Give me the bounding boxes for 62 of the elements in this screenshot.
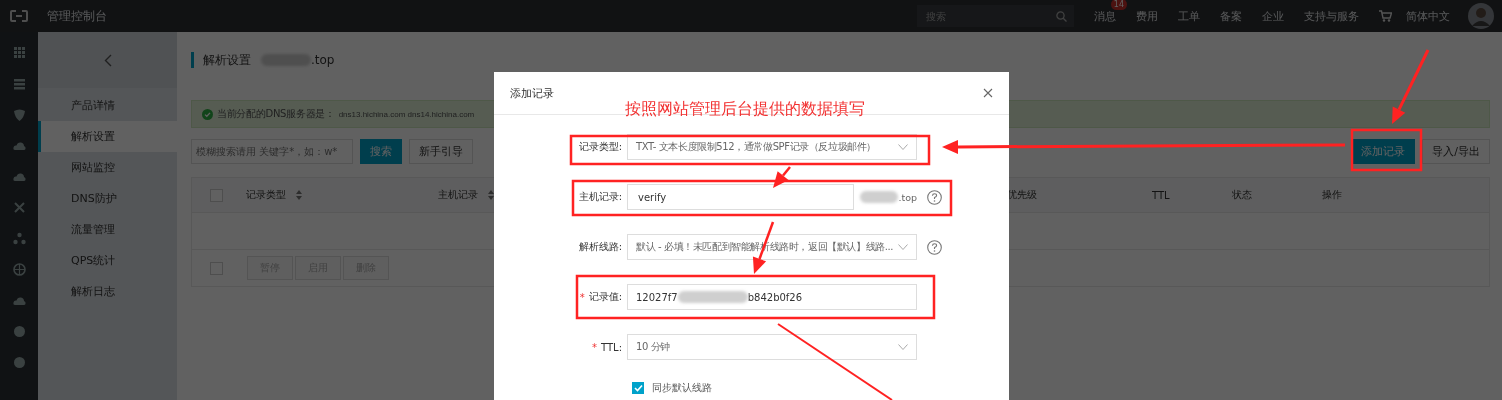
grid-icon[interactable] (12, 46, 26, 59)
field-label: 主机记录: (578, 190, 622, 204)
chevron-down-icon (898, 244, 908, 250)
column-header: TTL (1151, 189, 1170, 201)
close-button[interactable] (983, 88, 993, 98)
chevron-down-icon (898, 344, 908, 350)
sidebar-item[interactable]: QPS统计 (38, 245, 177, 276)
select-field[interactable]: TXT- 文本长度限制512，通常做SPF记录（反垃圾邮件） (627, 134, 917, 160)
check-circle-icon (202, 108, 213, 120)
column-header: 记录类型 (245, 188, 286, 202)
checkbox[interactable] (632, 382, 644, 394)
nav-link[interactable]: 备案 (1220, 8, 1242, 24)
sidebar-item[interactable]: DNS防护 (38, 183, 177, 214)
chevron-down-icon (898, 144, 908, 150)
sidebar-item[interactable]: 解析设置 (38, 121, 177, 152)
globe-icon[interactable] (12, 263, 26, 276)
toolbar-button[interactable]: 导入/导出 (1422, 138, 1490, 164)
input-field[interactable]: 12027f7 b842b0f26 (627, 284, 917, 310)
redaction-blur (860, 191, 899, 203)
nodes-icon[interactable] (12, 232, 26, 245)
dot-icon[interactable] (12, 356, 26, 369)
domain-suffix: .top (311, 53, 335, 67)
redaction-blur (677, 291, 748, 303)
dot-icon[interactable] (12, 325, 26, 338)
column-header: 操作 (1321, 188, 1342, 202)
column-header: 主机记录 (437, 188, 478, 202)
search-icon[interactable] (1056, 10, 1067, 22)
cloud-icon[interactable] (12, 294, 26, 307)
annotation-arrow (773, 166, 791, 188)
help-icon[interactable] (927, 189, 942, 205)
cloud-icon[interactable] (12, 170, 26, 183)
required-mark: * (592, 341, 597, 353)
page-title: 解析设置 (203, 51, 251, 69)
avatar-icon[interactable] (1468, 3, 1494, 29)
required-mark: * (579, 291, 585, 303)
field-label: 记录值: (588, 290, 622, 304)
sort-icon[interactable] (296, 190, 302, 200)
count-badge: 14 (1110, 0, 1127, 10)
back-icon[interactable] (103, 53, 112, 67)
annotation-text: 按照网站管理后台提供的数据填写 (625, 99, 865, 120)
input-field[interactable]: verify (627, 184, 854, 210)
domain-suffix: .top (898, 191, 917, 203)
toolbar-button[interactable]: 搜索 (360, 138, 402, 164)
checkbox-label: 同步默认线路 (652, 381, 712, 395)
field-label: 记录类型: (578, 140, 622, 154)
list-icon[interactable] (12, 77, 26, 90)
shield-icon[interactable] (12, 108, 26, 121)
toolbar-button[interactable]: 新手引导 (409, 138, 473, 164)
cart-icon[interactable] (1379, 10, 1392, 22)
sidebar-item[interactable]: 网站监控 (38, 152, 177, 183)
column-header: 状态 (1231, 188, 1252, 202)
sidebar-item[interactable]: 流量管理 (38, 214, 177, 245)
field-label: 解析线路: (578, 240, 622, 254)
toolbar-button[interactable]: 添加记录 (1351, 138, 1416, 164)
select-field[interactable]: 10 分钟 (627, 334, 917, 360)
cloud-icon[interactable] (12, 139, 26, 152)
sidebar-item[interactable]: 解析日志 (38, 276, 177, 307)
help-icon[interactable] (927, 239, 942, 255)
dialog-title: 添加记录 (510, 85, 554, 101)
field-label: TTL: (601, 341, 622, 353)
logo-icon[interactable] (10, 10, 28, 22)
cross-icon[interactable] (12, 201, 26, 214)
